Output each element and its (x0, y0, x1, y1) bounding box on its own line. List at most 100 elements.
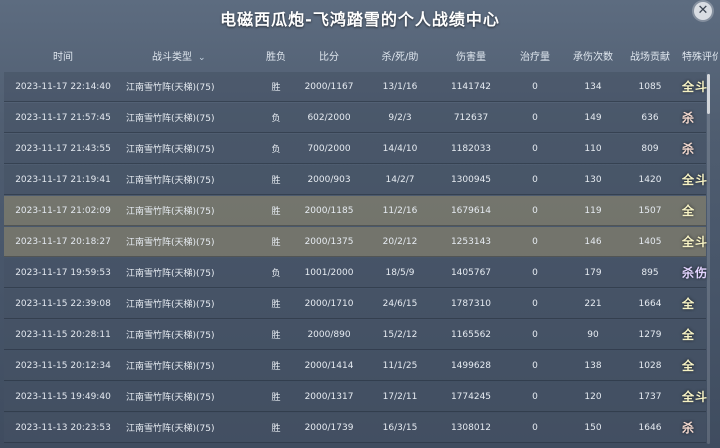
eval-badge[interactable]: 全斗 (682, 173, 708, 187)
cell-score: 2000/1375 (304, 236, 354, 247)
table-row[interactable]: 2023-11-15 20:28:11 江南雪竹阵(天梯)(75) 胜 2000/89… (4, 320, 706, 350)
table-row[interactable]: 2023-11-15 22:39:08 江南雪竹阵(天梯)(75) 胜 2000/17… (4, 289, 706, 319)
table-row[interactable]: 2023-11-17 21:57:45 江南雪竹阵(天梯)(75) 负 602/200… (4, 103, 706, 133)
header-score[interactable]: 比分 (294, 48, 364, 63)
record-list: 2023-11-17 22:14:40 江南雪竹阵(天梯)(75) 胜 2000/11… (4, 72, 708, 444)
table-row[interactable]: 2023-11-17 21:43:55 江南雪竹阵(天梯)(75) 负 700/200… (4, 134, 706, 164)
cell-score: 2000/1167 (304, 81, 354, 92)
chevron-down-icon[interactable]: ⌄ (198, 53, 206, 63)
cell-result: 胜 (271, 393, 281, 403)
scrollbar[interactable] (707, 74, 710, 444)
cell-heal: 0 (532, 81, 538, 92)
eval-badge[interactable]: 全斗 (682, 80, 708, 94)
cell-score: 700/2000 (307, 143, 351, 154)
cell-result: 胜 (271, 238, 281, 248)
table-row[interactable]: 2023-11-17 19:59:53 江南雪竹阵(天梯)(75) 负 1001/20… (4, 258, 707, 288)
header-heal[interactable]: 治疗量 (506, 48, 564, 63)
cell-time: 2023-11-17 20:18:27 (15, 236, 111, 247)
cell-damage: 1165562 (450, 329, 492, 340)
cell-contrib: 1507 (638, 205, 662, 216)
table-header: 时间 战斗类型 ⌄ 胜负 比分 杀/死/助 伤害量 治疗量 承伤次数 战场贡献 特… (4, 44, 718, 66)
eval-badge[interactable]: 全 (682, 328, 695, 342)
cell-kda: 24/6/15 (382, 298, 418, 309)
cell-tank: 179 (584, 267, 602, 278)
cell-damage: 1787310 (450, 298, 492, 309)
cell-contrib: 1737 (638, 391, 662, 402)
close-icon[interactable]: ✕ (694, 2, 712, 20)
eval-badge[interactable]: 全 (682, 204, 695, 218)
cell-contrib: 1279 (638, 329, 662, 340)
cell-kda: 11/1/25 (382, 360, 418, 371)
cell-heal: 0 (532, 298, 538, 309)
cell-tank: 221 (584, 298, 602, 309)
cell-eval: 全斗 (678, 171, 718, 188)
cell-eval: 全 (678, 357, 718, 374)
cell-type: 江南雪竹阵(天梯)(75) (126, 83, 215, 93)
cell-time: 2023-11-15 19:49:40 (15, 391, 111, 402)
cell-time: 2023-11-17 21:19:41 (15, 174, 111, 185)
scrollbar-thumb[interactable] (707, 74, 710, 114)
cell-result: 胜 (271, 331, 281, 341)
cell-tank: 134 (584, 81, 602, 92)
table-row[interactable]: 2023-11-17 21:19:41 江南雪竹阵(天梯)(75) 胜 2000/90… (4, 165, 707, 195)
cell-type: 江南雪竹阵(天梯)(75) (126, 269, 215, 279)
eval-badge[interactable]: 全斗 (682, 390, 708, 404)
cell-tank: 120 (584, 391, 602, 402)
cell-contrib: 1028 (638, 360, 662, 371)
cell-contrib: 1664 (638, 298, 662, 309)
cell-type: 江南雪竹阵(天梯)(75) (126, 393, 215, 403)
table-row[interactable]: 2023-11-13 20:23:53 江南雪竹阵(天梯)(75) 胜 2000/17… (4, 413, 706, 443)
header-result[interactable]: 胜负 (258, 48, 294, 63)
header-kda[interactable]: 杀/死/助 (364, 48, 436, 63)
cell-score: 2000/903 (307, 174, 351, 185)
cell-score: 2000/1710 (304, 298, 354, 309)
cell-eval: 杀伤 (678, 264, 718, 281)
header-eval[interactable]: 特殊评价 (678, 48, 718, 63)
cell-time: 2023-11-17 22:14:40 (15, 81, 111, 92)
table-row[interactable]: 2023-11-17 21:02:09 江南雪竹阵(天梯)(75) 胜 2000/11… (4, 196, 706, 226)
table-row[interactable]: 2023-11-15 19:49:40 江南雪竹阵(天梯)(75) 胜 2000/13… (4, 382, 708, 412)
cell-kda: 14/4/10 (382, 143, 418, 154)
cell-heal: 0 (532, 236, 538, 247)
cell-tank: 110 (584, 143, 602, 154)
header-contrib[interactable]: 战场贡献 (622, 48, 678, 63)
cell-contrib: 1646 (638, 422, 662, 433)
cell-kda: 15/2/12 (382, 329, 418, 340)
header-damage[interactable]: 伤害量 (436, 48, 506, 63)
table-row[interactable]: 2023-11-15 20:12:34 江南雪竹阵(天梯)(75) 胜 2000/14… (4, 351, 706, 381)
cell-heal: 0 (532, 422, 538, 433)
cell-type: 江南雪竹阵(天梯)(75) (126, 207, 215, 217)
eval-badge[interactable]: 杀 (682, 421, 695, 435)
cell-kda: 16/3/15 (382, 422, 418, 433)
cell-heal: 0 (532, 143, 538, 154)
cell-eval: 杀 (678, 140, 718, 157)
table-row[interactable]: 2023-11-17 22:14:40 江南雪竹阵(天梯)(75) 胜 2000/11… (4, 72, 707, 102)
cell-damage: 1141742 (450, 81, 492, 92)
cell-damage: 712637 (453, 112, 489, 123)
header-type[interactable]: 战斗类型 ⌄ (122, 48, 258, 63)
header-tank[interactable]: 承伤次数 (564, 48, 622, 63)
cell-eval: 全斗 (678, 78, 718, 95)
eval-badge[interactable]: 杀伤 (682, 266, 708, 280)
cell-contrib: 1405 (638, 236, 662, 247)
cell-type: 江南雪竹阵(天梯)(75) (126, 176, 215, 186)
cell-result: 负 (271, 114, 281, 124)
cell-heal: 0 (532, 112, 538, 123)
cell-damage: 1774245 (450, 391, 492, 402)
cell-result: 胜 (271, 300, 281, 310)
cell-score: 602/2000 (307, 112, 351, 123)
eval-badge[interactable]: 杀 (682, 111, 695, 125)
cell-result: 胜 (271, 176, 281, 186)
cell-time: 2023-11-17 21:43:55 (15, 143, 111, 154)
header-type-label: 战斗类型 (152, 51, 192, 63)
cell-time: 2023-11-15 20:28:11 (15, 329, 111, 340)
eval-badge[interactable]: 全 (682, 359, 695, 373)
table-row[interactable]: 2023-11-17 20:18:27 江南雪竹阵(天梯)(75) 胜 2000/13… (4, 227, 708, 257)
cell-damage: 1300945 (450, 174, 492, 185)
cell-eval: 全 (678, 295, 718, 312)
eval-badge[interactable]: 全斗 (682, 235, 708, 249)
eval-badge[interactable]: 杀 (682, 142, 695, 156)
cell-time: 2023-11-15 22:39:08 (15, 298, 111, 309)
eval-badge[interactable]: 全 (682, 297, 695, 311)
header-time[interactable]: 时间 (4, 48, 122, 63)
